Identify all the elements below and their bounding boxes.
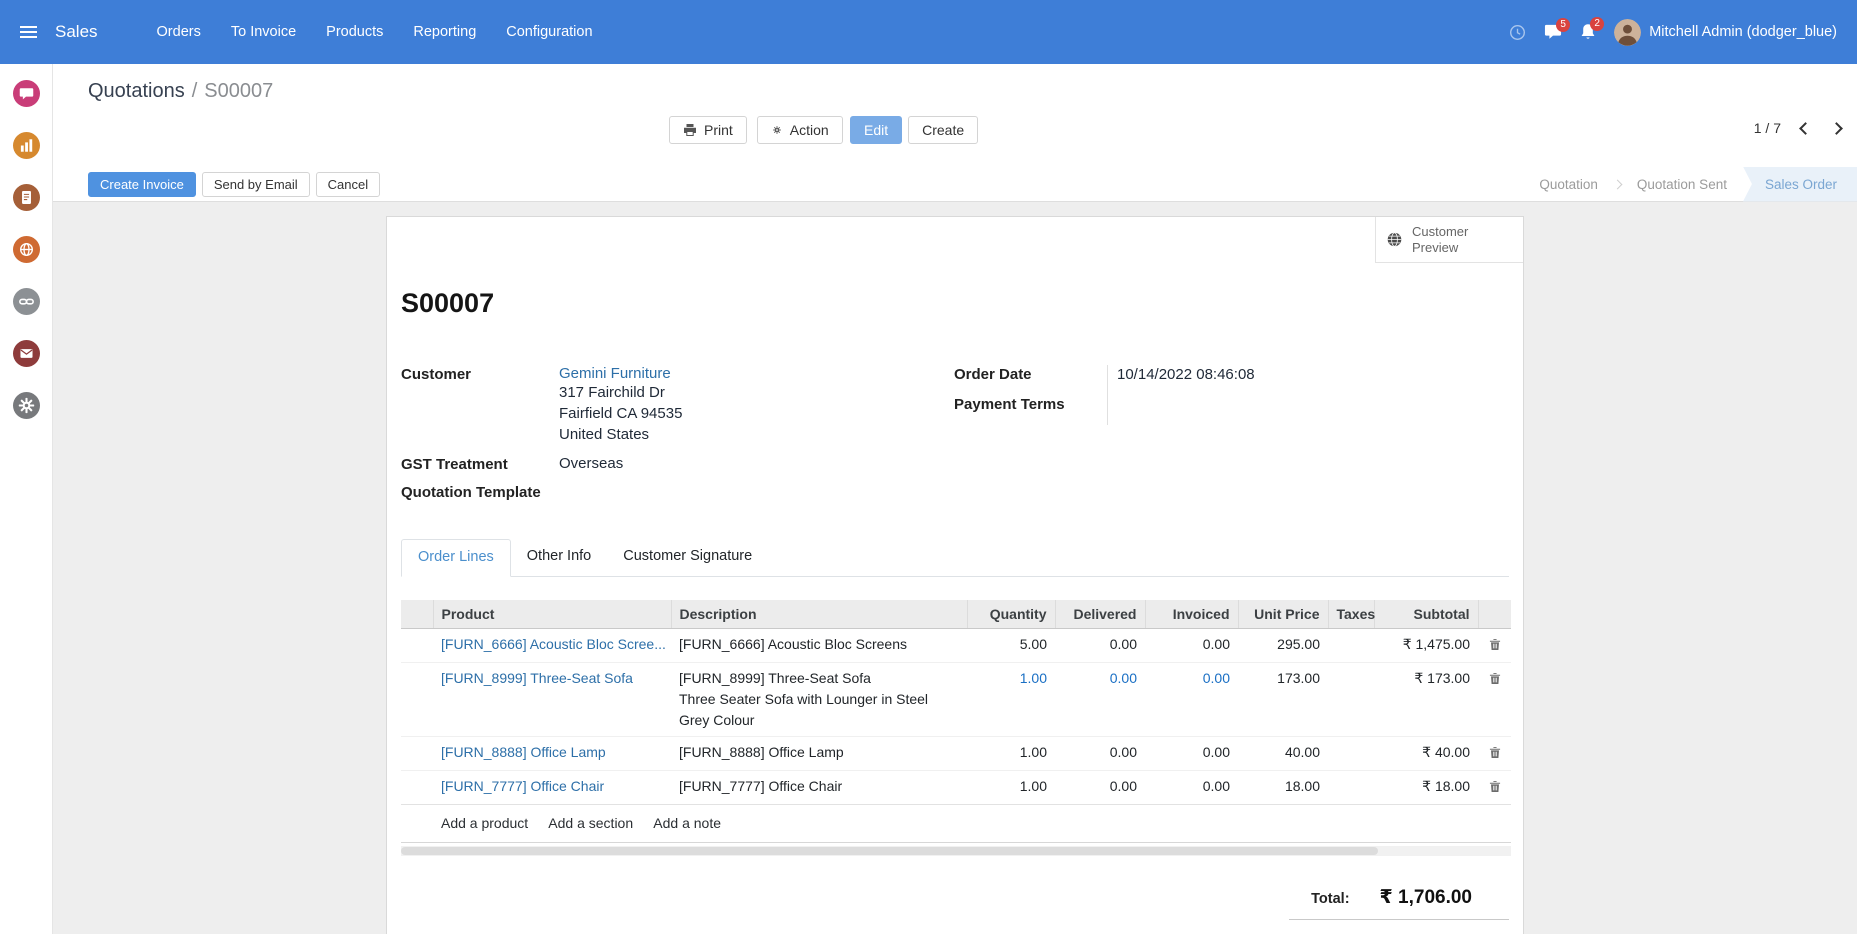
- discuss-icon[interactable]: [13, 80, 40, 107]
- total-value: ₹ 1,706.00: [1380, 886, 1472, 909]
- dashboards-icon[interactable]: [13, 132, 40, 159]
- cancel-button[interactable]: Cancel: [316, 172, 380, 197]
- customer-label: Customer: [401, 365, 559, 445]
- quotation-template-label: Quotation Template: [401, 483, 559, 501]
- menu-to-invoice[interactable]: To Invoice: [216, 0, 311, 64]
- form-view: CustomerPreview S00007 Customer Gemini F…: [53, 202, 1857, 934]
- breadcrumb-separator: /: [192, 80, 198, 103]
- customer-preview-button[interactable]: CustomerPreview: [1375, 217, 1523, 263]
- state-quotation[interactable]: Quotation: [1523, 167, 1614, 202]
- record-title: S00007: [401, 217, 1509, 319]
- printer-icon: [683, 124, 697, 137]
- activities-clock-icon[interactable]: [1509, 24, 1526, 41]
- menu-reporting[interactable]: Reporting: [398, 0, 491, 64]
- unit-price-column-header[interactable]: Unit Price: [1238, 600, 1328, 629]
- status-steps: Quotation Quotation Sent Sales Order: [1523, 167, 1857, 202]
- tab-other-info[interactable]: Other Info: [511, 539, 607, 576]
- delete-row-icon[interactable]: [1478, 663, 1511, 737]
- subtotal-column-header[interactable]: Subtotal: [1374, 600, 1478, 629]
- handle-column-header: [401, 600, 433, 629]
- control-panel: Quotations / S00007 Print Action Edit: [53, 64, 1857, 167]
- order-total: Total: ₹ 1,706.00: [1289, 882, 1509, 920]
- product-link[interactable]: [FURN_8888] Office Lamp: [441, 744, 606, 760]
- product-link[interactable]: [FURN_6666] Acoustic Bloc Scree...: [441, 636, 666, 652]
- quotation-template-value: [559, 483, 954, 501]
- table-row[interactable]: [FURN_8999] Three-Seat Sofa [FURN_8999] …: [401, 663, 1511, 737]
- breadcrumb: Quotations / S00007: [88, 80, 1857, 104]
- send-by-email-button[interactable]: Send by Email: [202, 172, 310, 197]
- notes-icon[interactable]: [13, 184, 40, 211]
- edit-button[interactable]: Edit: [850, 116, 902, 144]
- notifications-bell-icon[interactable]: 2: [1580, 23, 1596, 41]
- table-horizontal-scrollbar[interactable]: [401, 846, 1511, 856]
- quantity-column-header[interactable]: Quantity: [967, 600, 1055, 629]
- app-name[interactable]: Sales: [55, 22, 98, 42]
- product-column-header[interactable]: Product: [433, 600, 671, 629]
- table-row[interactable]: [FURN_8888] Office Lamp [FURN_8888] Offi…: [401, 737, 1511, 771]
- payment-terms-value: [1107, 395, 1509, 425]
- state-quotation-sent[interactable]: Quotation Sent: [1621, 167, 1743, 202]
- total-label: Total:: [1311, 891, 1349, 907]
- apps-sidebar: [0, 64, 53, 934]
- invoiced-column-header[interactable]: Invoiced: [1145, 600, 1238, 629]
- statusbar: Create Invoice Send by Email Cancel Quot…: [53, 167, 1857, 202]
- customer-link[interactable]: Gemini Furniture: [559, 365, 954, 382]
- notebook-tabs: Order Lines Other Info Customer Signatur…: [401, 539, 1509, 577]
- settings-icon[interactable]: [13, 392, 40, 419]
- messages-icon[interactable]: 5: [1544, 24, 1562, 41]
- breadcrumb-quotations[interactable]: Quotations: [88, 80, 185, 103]
- tab-customer-signature[interactable]: Customer Signature: [607, 539, 768, 576]
- breadcrumb-current-record: S00007: [204, 80, 273, 103]
- gst-treatment-label: GST Treatment: [401, 455, 559, 473]
- hamburger-menu-icon[interactable]: [14, 20, 43, 44]
- menu-orders[interactable]: Orders: [142, 0, 216, 64]
- globe-icon: [1386, 231, 1403, 248]
- messages-badge: 5: [1556, 18, 1570, 32]
- create-button[interactable]: Create: [908, 116, 978, 144]
- menu-configuration[interactable]: Configuration: [491, 0, 607, 64]
- payment-terms-label: Payment Terms: [954, 395, 1107, 425]
- order-date-label: Order Date: [954, 365, 1107, 395]
- delete-row-icon[interactable]: [1478, 629, 1511, 663]
- table-header-row: Product Description Quantity Delivered I…: [401, 600, 1511, 629]
- notifications-badge: 2: [1590, 17, 1604, 31]
- link-tracker-icon[interactable]: [13, 288, 40, 315]
- pager-value[interactable]: 1 / 7: [1754, 120, 1781, 136]
- gear-icon: [771, 124, 783, 136]
- create-invoice-button[interactable]: Create Invoice: [88, 172, 196, 197]
- action-button[interactable]: Action: [757, 116, 843, 144]
- state-sales-order[interactable]: Sales Order: [1743, 167, 1857, 202]
- add-a-section-link[interactable]: Add a section: [548, 815, 633, 831]
- product-link[interactable]: [FURN_7777] Office Chair: [441, 778, 604, 794]
- add-a-product-link[interactable]: Add a product: [441, 815, 528, 831]
- delivered-column-header[interactable]: Delivered: [1055, 600, 1145, 629]
- product-link[interactable]: [FURN_8999] Three-Seat Sofa: [441, 670, 633, 686]
- optional-columns-toggle[interactable]: [1478, 600, 1511, 629]
- pager-previous-icon[interactable]: [1799, 122, 1812, 135]
- website-icon[interactable]: [13, 236, 40, 263]
- top-navbar: Sales Orders To Invoice Products Reporti…: [0, 0, 1857, 64]
- customer-address: 317 Fairchild Dr Fairfield CA 94535 Unit…: [559, 382, 954, 445]
- menu-products[interactable]: Products: [311, 0, 398, 64]
- taxes-column-header[interactable]: Taxes: [1328, 600, 1374, 629]
- order-date-value: 10/14/2022 08:46:08: [1107, 365, 1509, 395]
- document-sheet: CustomerPreview S00007 Customer Gemini F…: [386, 216, 1524, 934]
- user-name: Mitchell Admin (dodger_blue): [1649, 24, 1837, 40]
- avatar: [1614, 19, 1641, 46]
- order-lines-table: Product Description Quantity Delivered I…: [401, 600, 1511, 843]
- delete-row-icon[interactable]: [1478, 737, 1511, 771]
- table-row[interactable]: [FURN_6666] Acoustic Bloc Scree... [FURN…: [401, 629, 1511, 663]
- pager-next-icon[interactable]: [1830, 122, 1843, 135]
- tab-order-lines[interactable]: Order Lines: [401, 539, 511, 577]
- table-row[interactable]: [FURN_7777] Office Chair [FURN_7777] Off…: [401, 771, 1511, 805]
- pager: 1 / 7: [1754, 120, 1841, 136]
- email-marketing-icon[interactable]: [13, 340, 40, 367]
- user-menu[interactable]: Mitchell Admin (dodger_blue): [1614, 19, 1843, 46]
- add-a-note-link[interactable]: Add a note: [653, 815, 721, 831]
- delete-row-icon[interactable]: [1478, 771, 1511, 805]
- gst-treatment-value: Overseas: [559, 455, 954, 473]
- description-column-header[interactable]: Description: [671, 600, 967, 629]
- print-button[interactable]: Print: [669, 116, 747, 144]
- main-menu: Orders To Invoice Products Reporting Con…: [142, 0, 608, 64]
